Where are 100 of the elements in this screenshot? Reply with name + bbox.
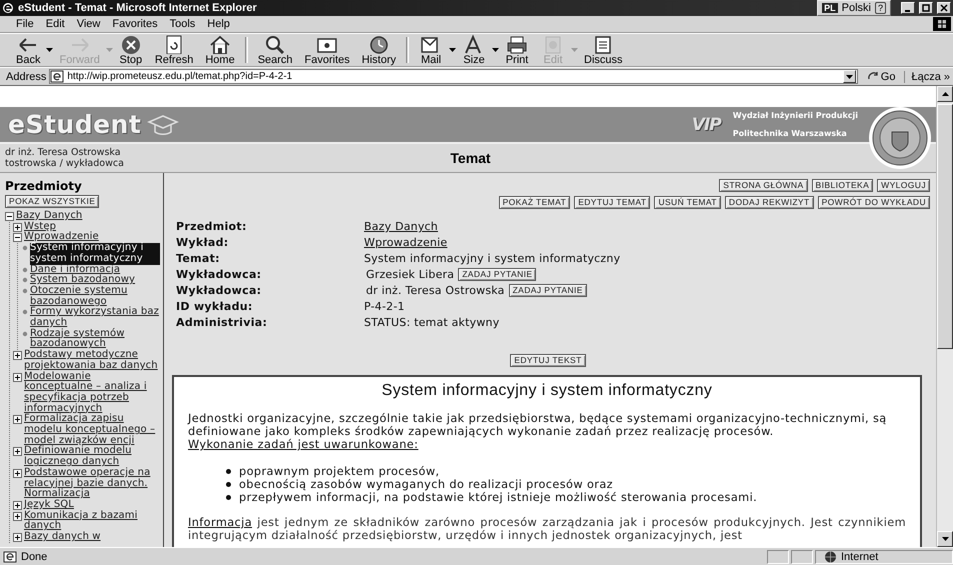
bullet-icon [22,266,28,273]
tree-item[interactable]: Bazy Danych [16,211,160,222]
caret-icon[interactable] [449,48,456,52]
tree-item[interactable]: Otoczenie systemu bazodanowego [30,286,160,308]
close-icon [940,4,948,12]
collapse-icon[interactable] [5,212,14,221]
expand-icon[interactable] [13,468,22,478]
edit-text-button[interactable]: EDYTUJ TEKST [510,354,586,367]
windows-flag-icon [933,17,951,31]
expand-icon[interactable] [13,415,22,424]
menu-item[interactable]: Help [201,18,236,30]
history-button[interactable]: History [356,35,402,65]
favorites-button[interactable]: Favorites [298,35,356,65]
action-button[interactable]: USUŃ TEMAT [654,196,721,209]
article-subheading: Wykonanie zadań jest uwarunkowane: [188,438,420,451]
tree-item[interactable]: Wstęp [24,222,160,232]
expand-icon[interactable] [13,351,22,360]
action-button[interactable]: POKAŻ TEMAT [498,196,570,209]
discuss-button[interactable]: Discuss [578,35,629,65]
show-all-button[interactable]: POKAZ WSZYSTKIE [5,195,100,208]
collapse-icon[interactable] [13,233,22,242]
expand-icon[interactable] [13,533,22,542]
expand-icon[interactable] [13,512,22,521]
field-link[interactable]: Bazy Danych [364,219,438,234]
tree-item[interactable]: Formy wykorzystania baz danych [30,307,160,329]
faculty-name: Wydział Inżynierii Produkcji [732,111,858,120]
help-button[interactable]: ? [874,2,886,14]
menu-item[interactable]: Favorites [106,18,164,30]
minimize-button[interactable] [901,2,915,14]
tree-item[interactable]: Definiowanie modelu logicznego danych [24,446,160,468]
refresh-button[interactable]: Refresh [148,35,200,65]
menu-item[interactable]: Tools [164,18,202,30]
article-paragraph: Jednostki organizacyjne, szczególnie takie jak przedsiębiorstwa, będące systemami organizacyjno-technicznymi, są definiowane jako kompleks środków zapewniających wykonanie zadań przez realizację procesów. [188,412,888,438]
address-dropdown-button[interactable] [842,70,856,83]
caret-icon[interactable] [46,48,54,52]
printer-icon [505,34,530,54]
back-button[interactable]: Back [10,35,46,65]
bullet-icon [226,495,231,500]
close-button[interactable] [937,2,951,14]
tree-item[interactable]: Podstawowe operacje na relacyjnej bazie danych. Normalizacja [24,468,160,500]
bullet-item: przepływem informacji, na podstawie której istnieje możliwość sterowania procesami. [239,491,758,504]
tree-item[interactable]: Bazy danych w [24,532,160,543]
print-button[interactable]: Print [499,35,536,65]
go-button[interactable]: Go [860,70,902,82]
language-bar[interactable]: PL Polski ? [817,0,891,16]
links-button[interactable]: Łącza » [904,70,953,82]
page-icon [50,70,64,83]
action-button[interactable]: EDYTUJ TEMAT [574,196,650,209]
nav-button[interactable]: WYLOGUJ [877,179,930,192]
scroll-up-button[interactable] [937,86,953,102]
down-arrow-icon [942,537,948,541]
caret-icon[interactable] [492,48,500,52]
field-label: ID wykładu: [176,299,254,314]
page-icon [3,550,17,562]
bullet-icon [22,309,28,316]
tree-item[interactable]: Formalizacja zapisu modelu konceptualnego – model związków encji [24,414,160,446]
field-value: STATUS: temat aktywny [364,315,500,330]
stop-button[interactable]: Stop [112,35,149,65]
scroll-down-button[interactable] [937,531,953,547]
expand-icon[interactable] [13,447,22,456]
expand-icon[interactable] [13,372,22,382]
scrollbar-thumb[interactable] [937,104,953,349]
expand-icon[interactable] [13,500,22,510]
nav-button[interactable]: STRONA GŁÓWNA [719,179,808,192]
article-title: System informacyjny i system informatyczny [380,382,714,400]
home-icon [208,34,232,54]
menu-item[interactable]: Edit [40,18,71,30]
tree-item[interactable]: Rodzaje systemów bazodanowych [30,328,160,350]
site-logo: eStudent [8,110,142,139]
tree-item[interactable]: System bazodanowy [30,275,160,286]
search-button[interactable]: Search [252,35,299,65]
home-button[interactable]: Home [199,35,241,65]
bullet-item: poprawnym projektem procesów, [239,465,440,478]
ask-question-button[interactable]: ZADAJ PYTANIE [458,268,536,281]
expand-icon[interactable] [13,222,22,232]
mail-button[interactable]: Mail [413,35,450,65]
action-button[interactable]: POWRÓT DO WYKŁADU [818,196,930,209]
tree-item[interactable]: Dane i informacja [30,264,160,276]
language-code: PL [822,3,838,13]
action-button[interactable]: DODAJ REKWIZYT [724,196,814,209]
tree-item[interactable]: Podstawy metodyczne projektowania baz danych [24,350,160,372]
window-title: eStudent - Temat - Microsoft Internet Explorer [18,2,258,14]
field-label: Wykładowca: [176,267,262,282]
field-value: P-4-2-1 [364,299,405,314]
menu-item[interactable]: View [70,18,106,30]
nav-button[interactable]: BIBLIOTEKA [812,179,874,192]
bullet-item: obecnością zasobów wymaganych do realizacji procesów oraz [239,478,614,491]
tree-item[interactable]: Komunikacja z bazami danych [24,510,160,532]
field-link[interactable]: Wprowadzenie [364,235,448,250]
selected-tree-item[interactable]: System informacyjny i system informatyczny [30,243,160,265]
size-button[interactable]: Size [456,35,492,65]
menu-item[interactable]: File [10,18,40,30]
address-field[interactable]: http://wip.prometeusz.edu.pl/temat.php?id=P-4-2-1 [49,69,858,84]
tree-item[interactable]: Wprowadzenie [24,232,160,244]
maximize-button[interactable] [919,2,933,14]
ask-question-button[interactable]: ZADAJ PYTANIE [508,284,587,297]
tree-item[interactable]: Modelowanie konceptualne – analiza i specyfikacja potrzeb informacyjnych [24,372,160,414]
term-link[interactable]: Informacja [188,516,252,529]
tree-item[interactable]: Język SQL [24,500,160,511]
field-label: Przedmiot: [176,219,248,234]
